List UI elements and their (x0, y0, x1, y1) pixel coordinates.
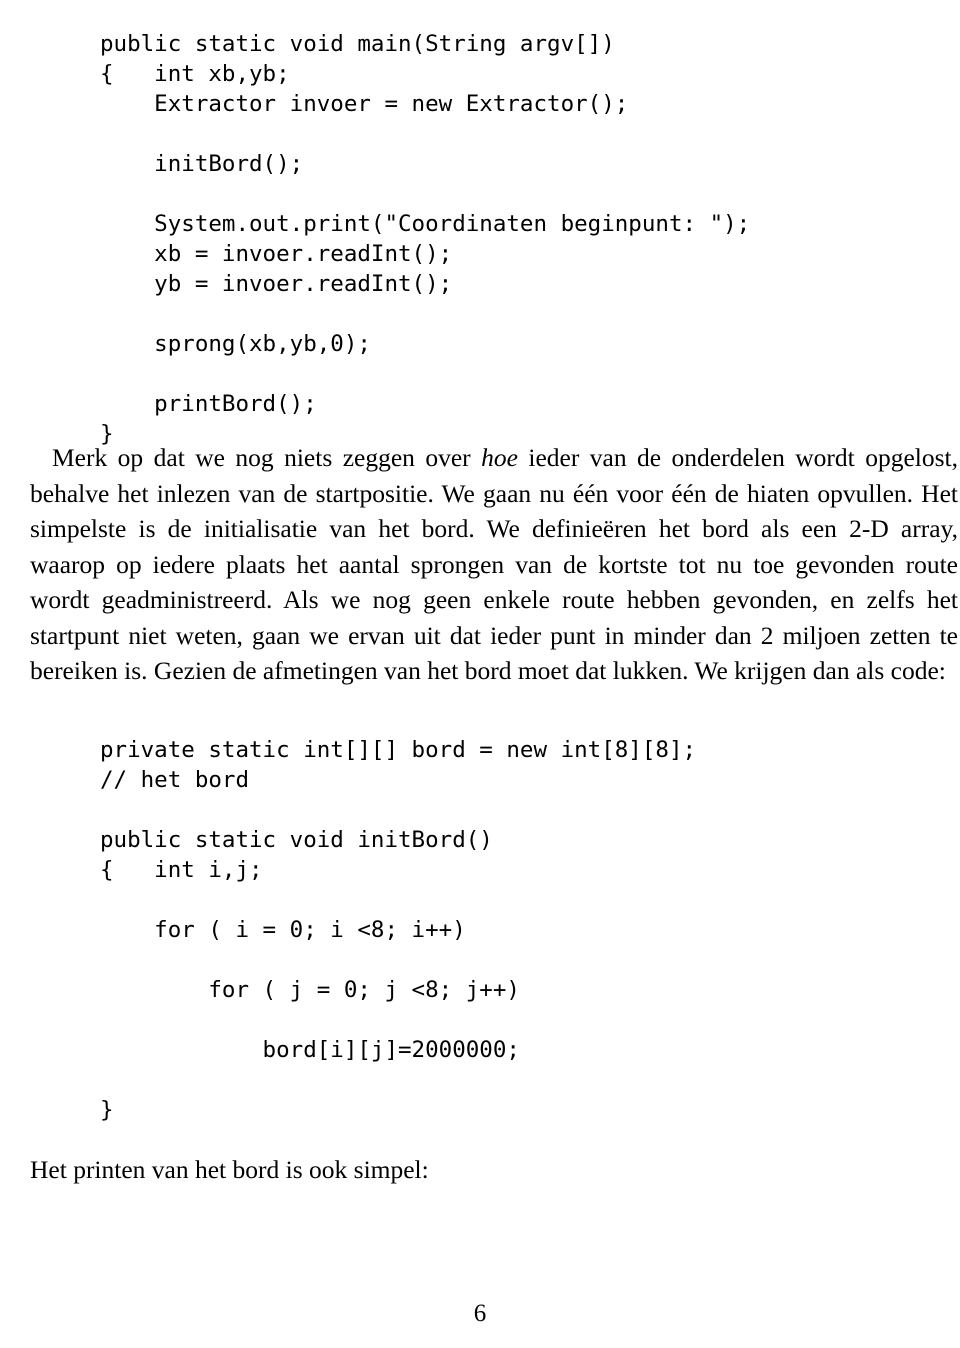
document-page: public static void main(String argv[]) { … (0, 0, 960, 1348)
code-line: { int xb,yb; (100, 60, 290, 87)
code-line: Extractor invoer = new Extractor(); (100, 90, 629, 117)
code-line: initBord(); (100, 150, 304, 177)
code-line: private static int[][] bord = new int[8]… (100, 736, 697, 763)
emphasis-word: hoe (481, 443, 518, 472)
code-line: for ( i = 0; i <8; i++) (100, 916, 466, 943)
code-block-main-method: public static void main(String argv[]) { … (100, 29, 750, 449)
page-number: 6 (473, 1300, 487, 1327)
code-line: yb = invoer.readInt(); (100, 270, 453, 297)
code-line: // het bord (100, 766, 250, 793)
paragraph-print-intro: Het printen van het bord is ook simpel: (30, 1155, 429, 1184)
code-line: printBord(); (100, 390, 317, 417)
code-line: bord[i][j]=2000000; (100, 1036, 520, 1063)
code-line: xb = invoer.readInt(); (100, 240, 453, 267)
code-line: public static void main(String argv[]) (100, 30, 615, 57)
paragraph-explanation: Merk op dat we nog niets zeggen over hoe… (30, 443, 958, 685)
code-line: public static void initBord() (100, 826, 493, 853)
code-line: for ( j = 0; j <8; j++) (100, 976, 520, 1003)
code-line: sprong(xb,yb,0); (100, 330, 371, 357)
code-line: { int i,j; (100, 856, 263, 883)
code-line: System.out.print("Coordinaten beginpunt:… (100, 210, 751, 237)
code-line: } (100, 1096, 114, 1123)
code-block-initbord-method: private static int[][] bord = new int[8]… (100, 735, 696, 1125)
